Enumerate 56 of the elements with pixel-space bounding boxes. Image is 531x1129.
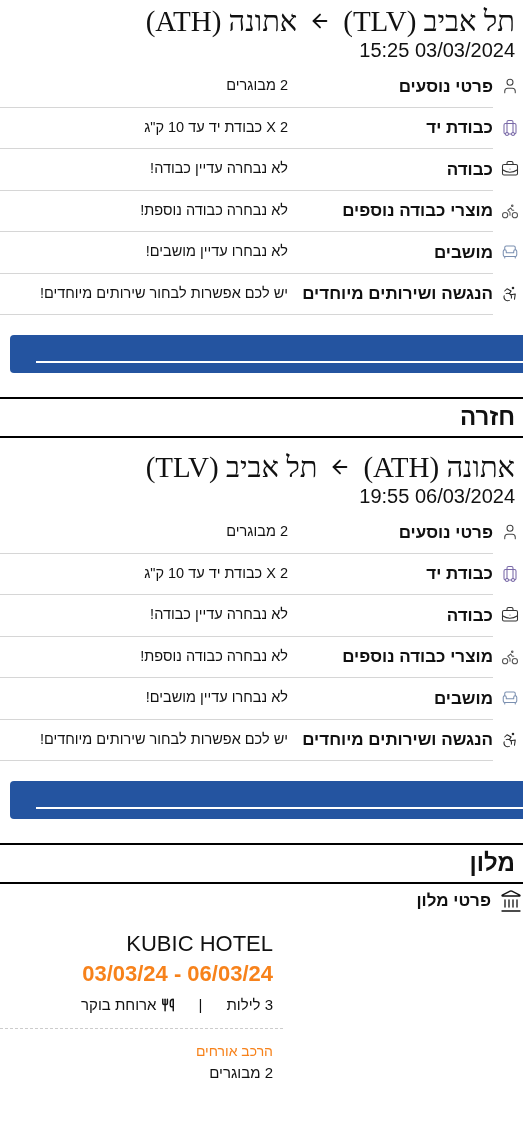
row-value: לא נבחרו עדיין מושבים! — [144, 688, 288, 708]
row-label: מושבים — [432, 687, 493, 710]
row-label: מוצרי כבודה נוספים — [341, 200, 493, 222]
briefcase-icon — [501, 160, 519, 179]
origin-city: תל אביב (TLV) — [343, 4, 515, 38]
suitcase-icon — [501, 564, 519, 583]
wheelchair-icon — [501, 730, 519, 749]
row-label: הנגשה ושירותים מיוחדים — [301, 729, 493, 751]
briefcase-icon — [501, 606, 519, 625]
row-value: לא נבחרה כבודה נוספת! — [139, 646, 288, 666]
row-label: כבודת יד — [425, 563, 493, 585]
row-value: 2 מבוגרים — [225, 76, 288, 96]
section-title: חזרה — [460, 403, 515, 430]
bicycle-icon — [501, 201, 519, 220]
row-label: פרטי נוסעים — [397, 521, 493, 544]
bicycle-icon — [501, 647, 519, 666]
section-title: מלון — [469, 849, 515, 876]
destination-city: תל אביב (TLV) — [145, 450, 318, 484]
row-label: מושבים — [432, 241, 493, 264]
row-label: פרטי נוסעים — [397, 75, 493, 98]
row-label: כבודה — [445, 604, 493, 627]
row-value: 2 X כבודת יד עד 10 ק"ג — [143, 563, 288, 583]
hotel-subheading: פרטי מלון — [416, 890, 491, 912]
action-bar[interactable] — [10, 781, 523, 819]
wheelchair-icon — [501, 284, 519, 303]
person-icon — [501, 523, 519, 542]
person-icon — [501, 77, 519, 96]
row-value: יש לכם אפשרות לבחור שירותים מיוחדים! — [38, 283, 288, 303]
guests-label: הרכב אורחים — [194, 1042, 273, 1061]
guests-count: 2 מבוגרים — [208, 1063, 273, 1083]
board-type: ארוחת בוקר — [81, 994, 157, 1015]
destination-city: אתונה (ATH) — [145, 4, 298, 38]
suitcase-icon — [501, 118, 519, 137]
row-label: כבודת יד — [425, 117, 493, 139]
action-bar[interactable] — [10, 335, 523, 373]
flight-datetime: 19:55 06/03/2024 — [359, 484, 515, 508]
row-value: לא נבחרה עדיין כבודה! — [149, 605, 288, 625]
row-value: לא נבחרה כבודה נוספת! — [139, 200, 288, 220]
row-label: כבודה — [445, 158, 493, 181]
seat-icon — [501, 243, 519, 262]
row-value: יש לכם אפשרות לבחור שירותים מיוחדים! — [38, 729, 288, 749]
separator: | — [198, 994, 203, 1015]
utensils-icon — [160, 997, 175, 1012]
row-label: הנגשה ושירותים מיוחדים — [301, 283, 493, 305]
row-value: 2 X כבודת יד עד 10 ק"ג — [143, 117, 288, 137]
flight-datetime: 15:25 03/03/2024 — [359, 38, 515, 62]
seat-icon — [501, 689, 519, 708]
hotel-dates: 03/03/24 - 06/03/24 — [81, 959, 273, 988]
nights-count: 3 לילות — [226, 994, 273, 1015]
row-value: לא נבחרה עדיין כבודה! — [149, 159, 288, 179]
origin-city: אתונה (ATH) — [363, 450, 515, 484]
row-value: לא נבחרו עדיין מושבים! — [144, 242, 288, 262]
row-label: מוצרי כבודה נוספים — [341, 646, 493, 668]
row-value: 2 מבוגרים — [225, 522, 288, 542]
hotel-name: KUBIC HOTEL — [125, 929, 273, 958]
bank-icon — [499, 888, 523, 913]
